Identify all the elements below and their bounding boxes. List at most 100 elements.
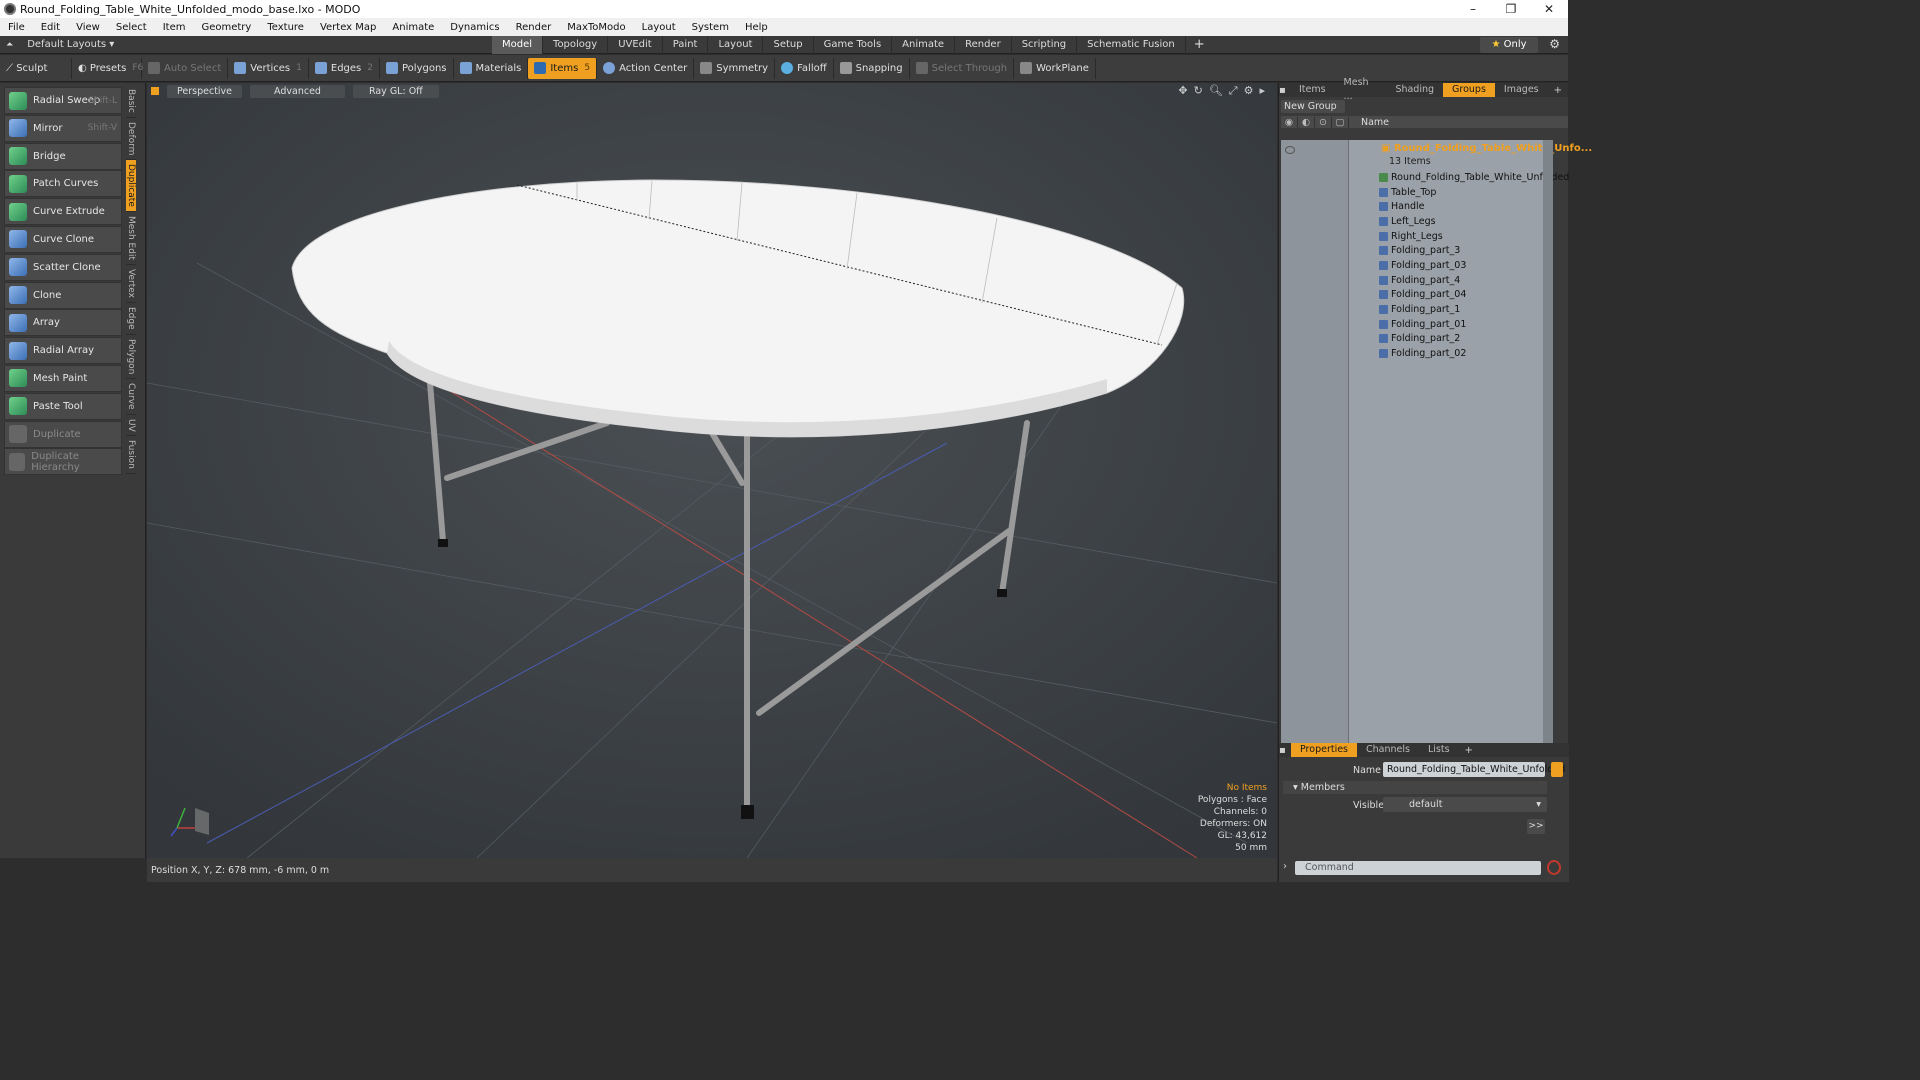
polygons-button[interactable]: Polygons (380, 57, 454, 79)
items-button[interactable]: Items 5 (528, 57, 598, 79)
vtab-edge[interactable]: Edge (126, 303, 136, 335)
minimize-button[interactable]: – (1454, 2, 1492, 16)
sculpt-button[interactable]: ⟋ Sculpt (0, 57, 72, 79)
action-center-button[interactable]: Action Center (597, 57, 695, 79)
shading-mode-dropdown[interactable]: Advanced (250, 84, 345, 98)
render-column-icon[interactable]: ◐ (1298, 116, 1315, 128)
vtab-basic[interactable]: Basic (126, 85, 136, 118)
vtab-deform[interactable]: Deform (126, 118, 136, 161)
tab-properties[interactable]: Properties (1291, 743, 1358, 757)
scatter-clone-tool[interactable]: Scatter Clone (4, 253, 122, 281)
group-row[interactable]: ▣ Round_Folding_Table_White_Unfo... (1381, 143, 1592, 154)
vtab-uv[interactable]: UV (126, 415, 136, 437)
auto-select-button[interactable]: Auto Select (142, 57, 229, 79)
viewport-settings-icon[interactable]: ⚙ (1244, 84, 1254, 98)
menu-select[interactable]: Select (108, 22, 155, 33)
vtab-polygon[interactable]: Polygon (126, 335, 136, 380)
gear-icon[interactable]: ⚙ (1549, 37, 1560, 51)
tree-scrollbar[interactable] (1543, 140, 1553, 750)
visible-dropdown[interactable]: default ▾ (1383, 797, 1547, 812)
radial-sweep-tool[interactable]: Radial Sweep Shift-L (4, 87, 122, 114)
tree-item[interactable]: Left_Legs (1379, 214, 1436, 228)
tab-images[interactable]: Images (1495, 83, 1548, 97)
visibility-column-icon[interactable]: ◉ (1281, 116, 1298, 128)
close-button[interactable]: ✕ (1530, 2, 1568, 16)
tab-game-tools[interactable]: Game Tools (814, 35, 893, 54)
tab-render[interactable]: Render (955, 35, 1012, 54)
tab-mesh[interactable]: Mesh ... (1335, 76, 1387, 104)
mesh-paint-tool[interactable]: Mesh Paint (4, 364, 122, 392)
tree-item[interactable]: Folding_part_03 (1379, 258, 1466, 272)
scene-render[interactable] (147, 83, 1277, 858)
tree-item[interactable]: Folding_part_4 (1379, 273, 1460, 287)
bridge-tool[interactable]: Bridge (4, 142, 122, 170)
expand-arrow-icon[interactable]: ▸ (1259, 84, 1265, 98)
select-column-icon[interactable]: ▢ (1332, 116, 1349, 128)
tab-groups[interactable]: Groups (1443, 83, 1495, 97)
menu-dynamics[interactable]: Dynamics (442, 22, 507, 33)
menu-help[interactable]: Help (737, 22, 776, 33)
add-layout-button[interactable]: + (1186, 36, 1213, 54)
menu-file[interactable]: File (0, 22, 33, 33)
menu-edit[interactable]: Edit (33, 22, 68, 33)
tree-item[interactable]: Folding_part_01 (1379, 317, 1466, 331)
new-group-button[interactable]: New Group (1281, 100, 1345, 113)
vtab-vertex[interactable]: Vertex (126, 265, 136, 304)
tab-topology[interactable]: Topology (543, 35, 609, 54)
maximize-button[interactable]: ❐ (1492, 2, 1530, 16)
add-properties-tab-icon[interactable]: + (1459, 745, 1479, 756)
tab-paint[interactable]: Paint (663, 35, 709, 54)
clone-tool[interactable]: Clone (4, 281, 122, 309)
zoom-icon[interactable]: 🔍︎ (1209, 84, 1223, 98)
vtab-mesh-edit[interactable]: Mesh Edit (126, 212, 136, 266)
pan-icon[interactable]: ✥ (1178, 84, 1187, 98)
tree-item[interactable]: Right_Legs (1379, 229, 1443, 243)
snapping-button[interactable]: Snapping (834, 57, 910, 79)
tab-channels[interactable]: Channels (1357, 743, 1419, 757)
expand-members-button[interactable]: >> (1527, 819, 1545, 834)
mirror-tool[interactable]: Mirror Shift-V (4, 114, 122, 142)
group-visibility-icon[interactable] (1285, 146, 1295, 154)
presets-button[interactable]: ◐ Presets F6 (72, 57, 143, 79)
curve-clone-tool[interactable]: Curve Clone (4, 225, 122, 253)
panel-menu-icon[interactable]: ▪ (1279, 85, 1290, 96)
patch-curves-tool[interactable]: Patch Curves (4, 170, 122, 198)
edges-button[interactable]: Edges 2 (309, 57, 380, 79)
vtab-duplicate[interactable]: Duplicate (126, 160, 136, 213)
name-options-button[interactable] (1551, 762, 1563, 777)
tree-item[interactable]: Handle (1379, 199, 1425, 213)
tree-item[interactable]: Table_Top (1379, 185, 1436, 199)
only-toggle[interactable]: ★ Only (1480, 37, 1538, 53)
command-input[interactable]: Command (1295, 861, 1541, 875)
tab-items[interactable]: Items (1290, 83, 1335, 97)
paste-tool[interactable]: Paste Tool (4, 392, 122, 420)
groups-tree[interactable]: ▣ Round_Folding_Table_White_Unfo... 13 I… (1281, 140, 1592, 750)
menu-item[interactable]: Item (155, 22, 194, 33)
add-tab-icon[interactable]: + (1548, 85, 1568, 96)
duplicate-tool[interactable]: Duplicate (4, 420, 122, 448)
array-tool[interactable]: Array (4, 309, 122, 337)
menu-maxtomodo[interactable]: MaxToModo (559, 22, 633, 33)
rotate-icon[interactable]: ↻ (1194, 84, 1203, 98)
tab-animate[interactable]: Animate (892, 35, 956, 54)
tree-item[interactable]: Folding_part_1 (1379, 302, 1460, 316)
curve-extrude-tool[interactable]: Curve Extrude (4, 198, 122, 226)
lock-column-icon[interactable]: ⊙ (1315, 116, 1332, 128)
radial-array-tool[interactable]: Radial Array (4, 337, 122, 365)
tree-item[interactable]: Folding_part_04 (1379, 287, 1466, 301)
tree-item[interactable]: Folding_part_02 (1379, 346, 1466, 360)
vtab-curve[interactable]: Curve (126, 379, 136, 415)
tab-scripting[interactable]: Scripting (1012, 35, 1078, 54)
3d-viewport[interactable]: Perspective Advanced Ray GL: Off ✥ ↻ 🔍︎ … (147, 83, 1277, 858)
vertices-button[interactable]: Vertices 1 (228, 57, 309, 79)
tree-item[interactable]: Folding_part_2 (1379, 331, 1460, 345)
raygl-toggle[interactable]: Ray GL: Off (352, 84, 439, 98)
select-through-button[interactable]: Select Through (910, 57, 1015, 79)
command-record-icon[interactable] (1547, 860, 1561, 875)
tab-model[interactable]: Model (492, 35, 544, 54)
members-section[interactable]: ▾ Members (1283, 781, 1547, 794)
view-type-dropdown[interactable]: Perspective (167, 84, 243, 98)
tree-item[interactable]: Folding_part_3 (1379, 243, 1460, 257)
default-layouts-dropdown[interactable]: ⏶ Default Layouts ▾ (0, 39, 492, 50)
materials-button[interactable]: Materials (454, 57, 529, 79)
